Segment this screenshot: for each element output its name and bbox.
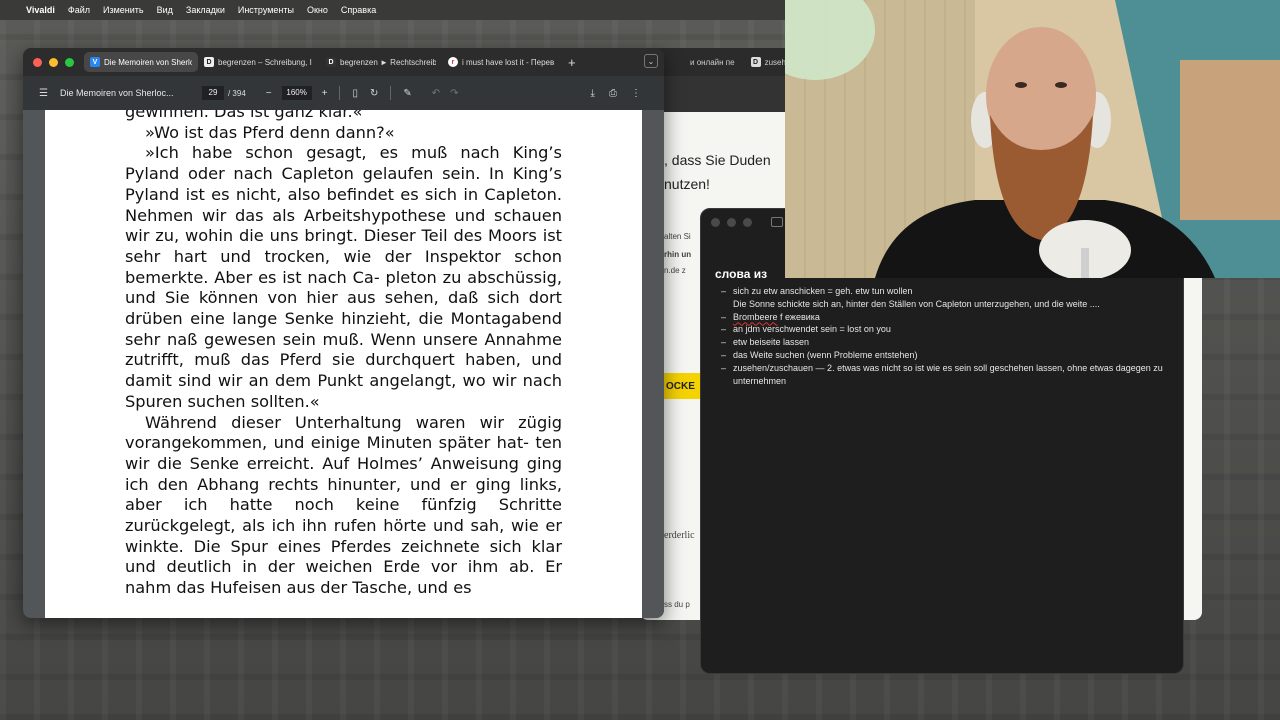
note-list: sich zu etw anschicken = geh. etw tun wo… (721, 285, 1163, 387)
pdf-paragraph: gewinnen. Das ist ganz klar.« (125, 110, 363, 121)
menu-window[interactable]: Окно (307, 5, 328, 15)
tab-bar: V Die Memoiren von Sherloc D begrenzen –… (23, 48, 664, 76)
note-item-example: Die Sonne schickte sich an, hinter den S… (733, 298, 1100, 309)
pdf-toolbar: ☰ Die Memoiren von Sherloc... 29 / 394 −… (23, 76, 664, 110)
pdf-title: Die Memoiren von Sherloc... (59, 88, 174, 98)
menu-edit[interactable]: Изменить (103, 5, 144, 15)
tab-label: begrenzen ► Rechtschreib (340, 57, 436, 67)
duden-small-text: erderlic (664, 530, 695, 541)
misspelled-word: Brombeere (733, 311, 778, 322)
pdf-page: gewinnen. Das ist ganz klar.« »Wo ist da… (45, 110, 642, 618)
tab-reverso[interactable]: r i must have lost it - Переве (442, 52, 560, 72)
zoom-in-icon[interactable]: + (322, 88, 328, 99)
list-item[interactable]: sich zu etw anschicken = geh. etw tun wo… (721, 285, 1163, 311)
rotate-icon[interactable]: ↻ (370, 88, 378, 99)
tab-sherlock-pdf[interactable]: V Die Memoiren von Sherloc (84, 52, 198, 72)
note-item-text: das Weite suchen (wenn Probleme entstehe… (733, 349, 918, 360)
tab-dwds-begrenzen[interactable]: D begrenzen ► Rechtschreib (320, 52, 442, 72)
more-options-icon[interactable]: ⋮ (631, 88, 641, 99)
tab-list-chevron-icon[interactable]: ⌄ (644, 54, 658, 68)
duden-icon: D (204, 57, 214, 67)
tab-label: begrenzen – Schreibung, I (218, 57, 312, 67)
annotate-icon[interactable]: ✎ (403, 88, 411, 99)
background-tab[interactable]: и онлайн пе (682, 58, 743, 67)
print-icon[interactable]: ⎙ (609, 88, 617, 99)
pdf-paragraph: »Ich habe schon gesagt, es muß nach King… (125, 143, 562, 411)
sidebar-toggle-icon[interactable] (771, 217, 783, 227)
redo-icon[interactable]: ↷ (450, 88, 458, 99)
duden-text-line: , dass Sie Duden (664, 152, 771, 168)
new-tab-button[interactable]: + (568, 55, 576, 70)
webcam-person-image (785, 0, 1280, 278)
window-controls (33, 57, 74, 67)
reverso-icon: r (448, 57, 458, 67)
list-item[interactable]: Brombeere f ежевика (721, 311, 1163, 324)
note-item-text: f ежевика (777, 311, 820, 322)
zoom-window-button[interactable] (65, 57, 74, 67)
zoom-input[interactable]: 160% (281, 86, 312, 100)
pdf-page-text: gewinnen. Das ist ganz klar.« »Wo ist da… (125, 110, 562, 599)
download-icon[interactable]: ⤓ (591, 88, 595, 99)
minimize-window-button[interactable] (49, 57, 58, 67)
menu-tools[interactable]: Инструменты (238, 5, 294, 15)
zoom-out-icon[interactable]: − (266, 88, 272, 99)
menu-app-name[interactable]: Vivaldi (26, 5, 55, 15)
fit-page-icon[interactable]: ▯ (352, 88, 358, 99)
note-item-text: zusehen/zuschauen — 2. etwas was nicht s… (733, 362, 1163, 386)
pdf-browser-window[interactable]: V Die Memoiren von Sherloc D begrenzen –… (23, 48, 664, 618)
notes-window-controls (711, 218, 752, 227)
note-item-text: an jdm verschwendet sein = lost on you (733, 324, 891, 335)
toolbar-divider (390, 86, 392, 100)
tab-label: i must have lost it - Переве (462, 57, 554, 67)
webcam-overlay (785, 0, 1280, 278)
list-item[interactable]: an jdm verschwendet sein = lost on you (721, 323, 1163, 336)
list-item[interactable]: zusehen/zuschauen — 2. etwas was nicht s… (721, 362, 1163, 388)
note-item-text: etw beiseite lassen (733, 337, 810, 348)
toolbar-divider (339, 86, 341, 100)
menu-bookmarks[interactable]: Закладки (186, 5, 225, 15)
list-item[interactable]: das Weite suchen (wenn Probleme entstehe… (721, 349, 1163, 362)
close-window-button[interactable] (711, 218, 720, 227)
pdf-paragraph: »Wo ist das Pferd denn dann?« (145, 122, 395, 142)
page-total: / 394 (227, 88, 246, 98)
tab-duden-begrenzen[interactable]: D begrenzen – Schreibung, I (198, 52, 320, 72)
menu-file[interactable]: Файл (68, 5, 90, 15)
pdf-paragraph: Während dieser Unterhaltung waren wir zü… (125, 412, 562, 598)
duden-small-text: n.de z (664, 266, 686, 275)
note-item-text: sich zu etw anschicken = geh. etw tun wo… (733, 286, 913, 296)
duden-small-text: ss du p (664, 600, 690, 609)
duden-small-text: rhin un (664, 250, 692, 259)
menu-view[interactable]: Вид (157, 5, 173, 15)
undo-icon[interactable]: ↶ (432, 88, 440, 99)
duden-text-line: nutzen! (664, 176, 710, 192)
duden-small-text: alten Si (664, 232, 691, 241)
duden-icon: D (750, 57, 761, 67)
menu-help[interactable]: Справка (341, 5, 376, 15)
note-title: слова из (715, 267, 768, 281)
zoom-window-button[interactable] (743, 218, 752, 227)
page-number-input[interactable]: 29 (201, 86, 224, 100)
tab-label: Die Memoiren von Sherloc (104, 57, 192, 67)
minimize-window-button[interactable] (727, 218, 736, 227)
list-item[interactable]: etw beiseite lassen (721, 336, 1163, 349)
pdf-viewer-area[interactable]: gewinnen. Das ist ganz klar.« »Wo ist da… (23, 110, 664, 618)
vk-icon: V (90, 57, 100, 67)
close-window-button[interactable] (33, 57, 42, 67)
hamburger-menu-icon[interactable]: ☰ (39, 88, 48, 99)
dwds-icon: D (326, 57, 336, 67)
